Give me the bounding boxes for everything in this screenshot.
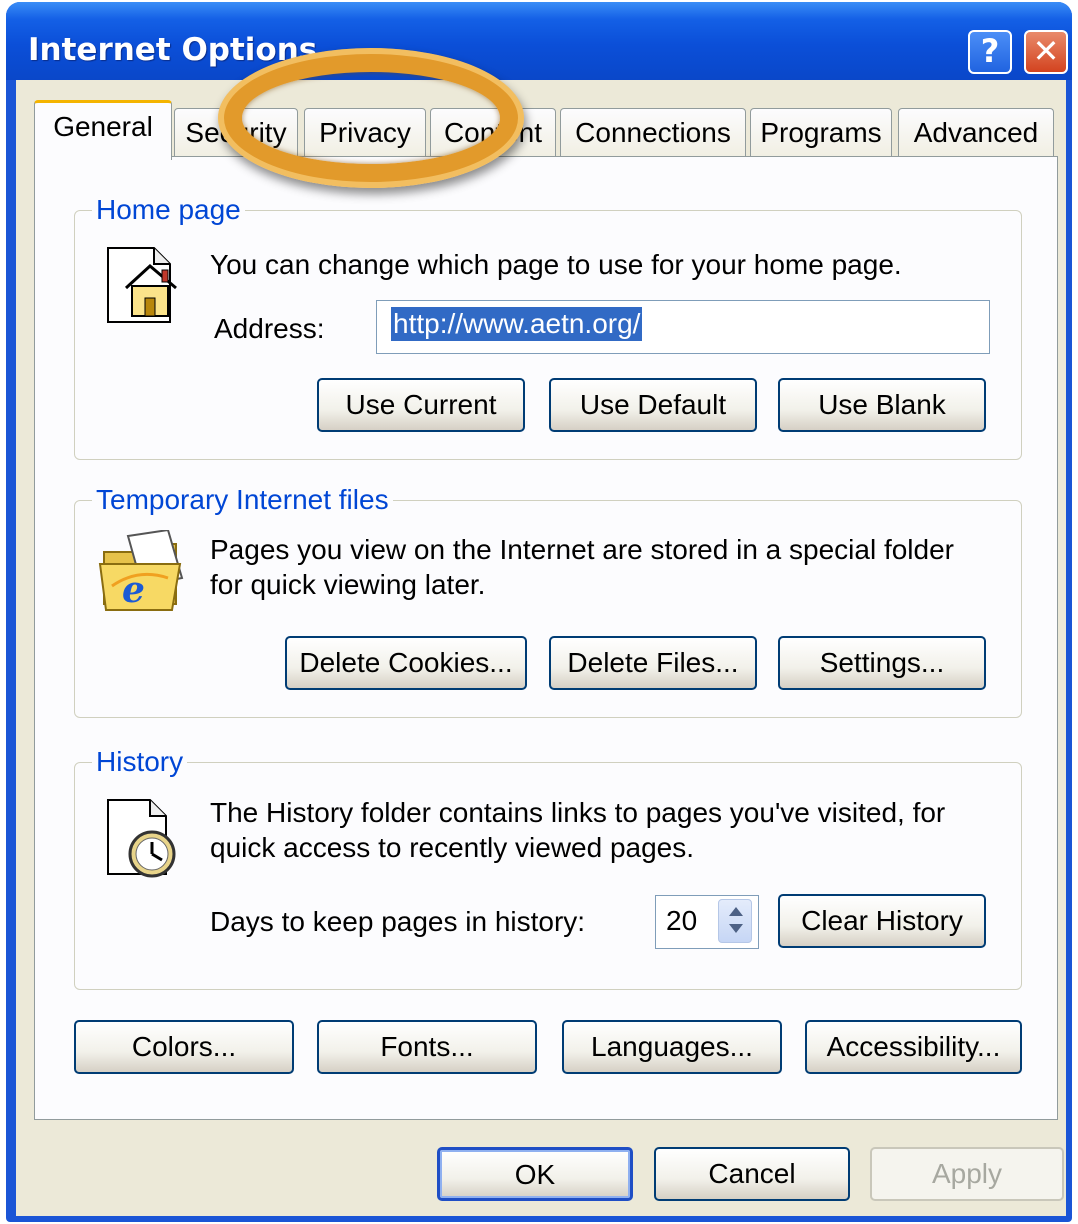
address-label: Address:: [214, 313, 325, 344]
colors-button[interactable]: Colors...: [74, 1020, 294, 1074]
apply-button: Apply: [870, 1147, 1064, 1201]
address-input[interactable]: http://www.aetn.org/: [376, 300, 990, 354]
home-page-icon: [104, 246, 182, 330]
days-to-keep-spinner[interactable]: 20: [655, 895, 759, 949]
temp-files-description-line1: Pages you view on the Internet are store…: [210, 534, 954, 565]
clear-history-button[interactable]: Clear History: [778, 894, 986, 948]
days-to-keep-label: Days to keep pages in history:: [210, 906, 586, 937]
close-button[interactable]: ✕: [1024, 30, 1068, 74]
history-group-title: History: [92, 745, 188, 779]
tab-general[interactable]: General: [34, 100, 172, 160]
temp-files-group-title: Temporary Internet files: [92, 483, 393, 517]
use-default-button[interactable]: Use Default: [549, 378, 757, 432]
history-clock-icon: [104, 798, 182, 884]
title-bar[interactable]: Internet Options ? ✕: [6, 2, 1072, 80]
spin-up-icon[interactable]: [729, 907, 743, 916]
ie-folder-icon: e: [98, 528, 188, 618]
cancel-button[interactable]: Cancel: [654, 1147, 850, 1201]
tab-programs[interactable]: Programs: [750, 108, 892, 156]
days-to-keep-value: 20: [666, 905, 698, 936]
use-blank-button[interactable]: Use Blank: [778, 378, 986, 432]
languages-button[interactable]: Languages...: [562, 1020, 782, 1074]
fonts-button[interactable]: Fonts...: [317, 1020, 537, 1074]
spin-down-icon[interactable]: [729, 924, 743, 933]
address-value: http://www.aetn.org/: [391, 307, 643, 341]
highlight-ring: [218, 48, 524, 188]
use-current-button[interactable]: Use Current: [317, 378, 525, 432]
tab-connections[interactable]: Connections: [560, 108, 746, 156]
ok-button[interactable]: OK: [437, 1147, 633, 1201]
history-description-line1: The History folder contains links to pag…: [210, 797, 946, 828]
settings-button[interactable]: Settings...: [778, 636, 986, 690]
help-button[interactable]: ?: [968, 30, 1012, 74]
delete-cookies-button[interactable]: Delete Cookies...: [285, 636, 527, 690]
accessibility-button[interactable]: Accessibility...: [805, 1020, 1022, 1074]
home-page-description: You can change which page to use for you…: [210, 249, 902, 280]
tab-advanced[interactable]: Advanced: [898, 108, 1054, 156]
temp-files-description-line2: for quick viewing later.: [210, 569, 486, 600]
history-description-line2: quick access to recently viewed pages.: [210, 832, 695, 863]
spinner-arrows[interactable]: [718, 899, 752, 943]
home-page-group-title: Home page: [92, 193, 245, 227]
delete-files-button[interactable]: Delete Files...: [549, 636, 757, 690]
